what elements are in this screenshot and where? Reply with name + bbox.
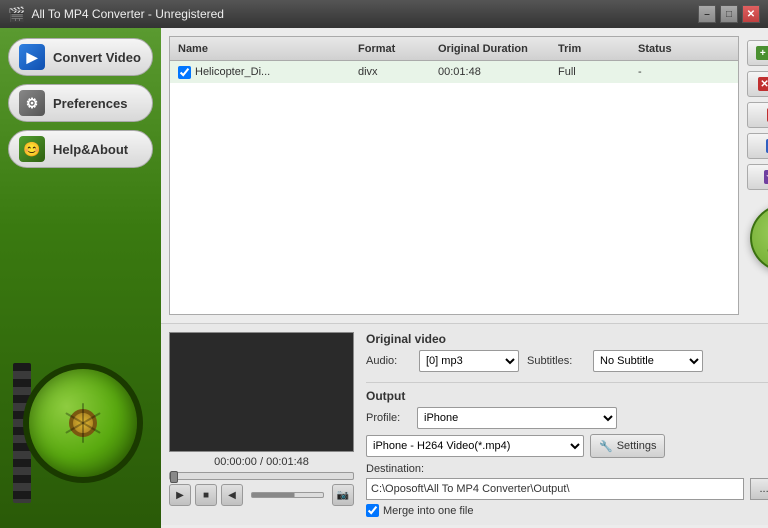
convert-video-icon: ▶ [19,44,45,70]
destination-section: Destination: C:\Oposoft\All To MP4 Conve… [366,463,768,500]
audio-row: Audio: [0] mp3 Subtitles: No Subtitle [366,350,768,372]
sidebar-item-preferences[interactable]: ⚙ Preferences [8,84,153,122]
close-button[interactable]: ✕ [742,5,760,23]
sidebar-item-help-about[interactable]: 😊 Help&About [8,130,153,168]
right-settings-panel: Original video Audio: [0] mp3 Subtitles:… [366,332,768,517]
sidebar-item-convert-video[interactable]: ▶ Convert Video [8,38,153,76]
file-table-header: Name Format Original Duration Trim Statu… [170,37,738,61]
settings-label: Settings [617,440,657,452]
content-area: Name Format Original Duration Trim Statu… [161,28,768,528]
app-icon: 🎬 [8,6,25,23]
snapshot-button[interactable]: 📷 [332,484,354,506]
settings-icon: 🔧 [599,440,613,453]
profile-row: Profile: iPhone iPad Android [366,407,768,429]
volume-slider[interactable] [251,492,324,498]
cell-name: Helicopter_Di... [174,66,354,79]
title-bar: 🎬 All To MP4 Converter - Unregistered – … [0,0,768,28]
title-bar-left: 🎬 All To MP4 Converter - Unregistered [8,6,224,23]
col-status: Status [634,43,734,55]
sidebar-label-convert-video: Convert Video [53,50,141,65]
sidebar-label-help-about: Help&About [53,142,128,157]
playback-controls: ▶ ■ ◀ 📷 [169,484,354,506]
file-name: Helicopter_Di... [195,66,270,78]
table-row[interactable]: Helicopter_Di... divx 00:01:48 Full - [170,61,738,83]
remove-icon: ✕ [758,77,768,91]
col-trim: Trim [554,43,634,55]
crop-button[interactable]: ⊞ Crop [747,133,768,159]
col-format: Format [354,43,434,55]
profile-field-label: Profile: [366,412,411,424]
merge-checkbox[interactable] [366,504,379,517]
help-about-icon: 😊 [19,136,45,162]
cell-status: - [634,66,734,78]
bottom-panel: 00:00:00 / 00:01:48 ▶ ■ ◀ 📷 [161,323,768,525]
merge-label: Merge into one file [383,505,474,517]
maximize-button[interactable]: □ [720,5,738,23]
film-reel-decoration [0,338,165,528]
profile-select[interactable]: iPhone iPad Android [417,407,617,429]
app-title: All To MP4 Converter - Unregistered [31,7,224,21]
effect-icon: ★ [764,170,768,184]
cell-format: divx [354,66,434,78]
stop-button[interactable]: ■ [195,484,217,506]
cell-trim: Full [554,66,634,78]
add-button[interactable]: + Add [747,40,768,66]
seek-bar[interactable] [169,472,354,480]
action-buttons-panel: + Add ... ✕ Remove ✂ Trim ⊞ C [747,36,768,315]
sidebar: ▶ Convert Video ⚙ Preferences 😊 Help&Abo… [0,28,161,528]
row-checkbox[interactable] [178,66,191,79]
sidebar-label-preferences: Preferences [53,96,127,111]
col-name: Name [174,43,354,55]
play-button[interactable]: ▶ [169,484,191,506]
output-label: Output [366,389,768,403]
video-screen [169,332,354,452]
main-container: ▶ Convert Video ⚙ Preferences 😊 Help&Abo… [0,28,768,528]
preferences-icon: ⚙ [19,90,45,116]
destination-label: Destination: [366,463,768,475]
effect-button[interactable]: ★ Effect [747,164,768,190]
audio-field-label: Audio: [366,355,411,367]
add-row: + Add ... [747,40,768,66]
destination-row: C:\Oposoft\All To MP4 Converter\Output\ … [366,478,768,500]
subtitle-select[interactable]: No Subtitle [593,350,703,372]
volume-down-button[interactable]: ◀ [221,484,243,506]
settings-button[interactable]: 🔧 Settings [590,434,665,458]
minimize-button[interactable]: – [698,5,716,23]
trim-button[interactable]: ✂ Trim [747,102,768,128]
merge-row: Merge into one file [366,504,768,517]
format-select[interactable]: iPhone - H264 Video(*.mp4) [366,435,584,457]
seek-thumb[interactable] [170,471,178,483]
title-bar-controls: – □ ✕ [698,5,760,23]
browse-button[interactable]: ... [750,478,768,500]
original-video-section: Original video Audio: [0] mp3 Subtitles:… [366,332,768,376]
output-section: Output Profile: iPhone iPad Android iP [366,382,768,517]
video-preview: 00:00:00 / 00:01:48 ▶ ■ ◀ 📷 [169,332,354,517]
convert-button[interactable]: ▶ Convert [750,203,768,273]
destination-path: C:\Oposoft\All To MP4 Converter\Output\ [366,478,744,500]
add-icon: + [756,46,768,60]
video-time: 00:00:00 / 00:01:48 [169,456,354,468]
original-video-label: Original video [366,332,768,346]
file-table: Name Format Original Duration Trim Statu… [169,36,739,315]
col-duration: Original Duration [434,43,554,55]
format-row: iPhone - H264 Video(*.mp4) 🔧 Settings [366,434,768,458]
cell-duration: 00:01:48 [434,66,554,78]
video-section: 00:00:00 / 00:01:48 ▶ ■ ◀ 📷 [169,332,768,517]
file-list-container: Name Format Original Duration Trim Statu… [161,28,768,323]
audio-select[interactable]: [0] mp3 [419,350,519,372]
remove-button[interactable]: ✕ Remove [747,71,768,97]
subtitle-field-label: Subtitles: [527,355,585,367]
